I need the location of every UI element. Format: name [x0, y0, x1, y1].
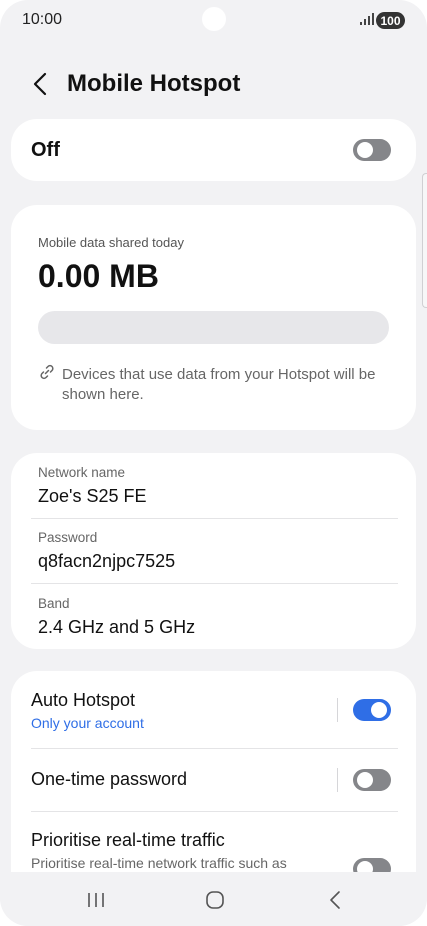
network-name-label: Network name — [38, 465, 126, 480]
app-header: Mobile Hotspot — [0, 62, 427, 106]
one-time-password-toggle[interactable] — [353, 769, 391, 791]
system-nav-bar — [0, 872, 427, 926]
vertical-separator — [337, 698, 338, 722]
hotspot-toggle[interactable] — [353, 139, 391, 161]
auto-hotspot-title: Auto Hotspot — [31, 690, 136, 710]
nav-back-icon — [330, 891, 340, 909]
password-value: q8facn2njpc7525 — [38, 551, 176, 571]
page-title: Mobile Hotspot — [67, 70, 241, 97]
prioritise-traffic-title: Prioritise real-time traffic — [31, 830, 225, 850]
back-arrow-icon — [33, 72, 47, 96]
one-time-password-title: One-time password — [31, 769, 188, 789]
options-card: Auto Hotspot Only your account One-time … — [11, 671, 416, 881]
toggle-knob — [371, 702, 387, 718]
data-usage-note: Devices that use data from your Hotspot … — [62, 366, 376, 403]
auto-hotspot-toggle[interactable] — [353, 699, 391, 721]
band-row[interactable]: Band 2.4 GHz and 5 GHz — [38, 596, 398, 638]
auto-hotspot-subtitle: Only your account — [31, 715, 144, 731]
hotspot-master-switch[interactable]: Off — [11, 119, 416, 181]
password-row[interactable]: Password q8facn2njpc7525 — [38, 530, 398, 572]
master-switch-label: Off — [31, 139, 60, 161]
toggle-knob — [357, 142, 373, 158]
data-usage-card: Mobile data shared today 0.00 MB Devices… — [11, 205, 416, 430]
divider — [31, 518, 398, 519]
status-time: 10:00 — [22, 11, 63, 28]
prioritise-traffic-subtitle: Prioritise real-time network traffic suc… — [31, 855, 287, 871]
status-bar: 10:00 100 — [0, 0, 427, 40]
nav-back-button[interactable] — [320, 888, 350, 912]
back-button[interactable] — [26, 70, 54, 98]
battery-indicator: 100 — [376, 12, 405, 29]
network-settings-card: Network name Zoe's S25 FE Password q8fac… — [11, 453, 416, 649]
band-value: 2.4 GHz and 5 GHz — [38, 617, 196, 637]
prioritise-traffic-row[interactable]: Prioritise real-time traffic Prioritise … — [11, 812, 416, 881]
divider — [31, 583, 398, 584]
network-name-value: Zoe's S25 FE — [38, 486, 147, 506]
network-name-row[interactable]: Network name Zoe's S25 FE — [38, 465, 398, 507]
home-button[interactable] — [200, 888, 230, 912]
signal-icon — [360, 13, 374, 25]
vertical-separator — [337, 768, 338, 792]
password-label: Password — [38, 530, 98, 545]
band-label: Band — [38, 596, 70, 611]
data-usage-value: 0.00 MB — [38, 258, 159, 294]
data-usage-label: Mobile data shared today — [38, 235, 184, 250]
front-camera — [202, 7, 226, 31]
data-usage-bar — [38, 311, 389, 344]
auto-hotspot-row[interactable]: Auto Hotspot Only your account — [11, 671, 416, 749]
scrollbar[interactable] — [422, 173, 427, 308]
recents-button[interactable] — [81, 888, 111, 912]
home-icon — [206, 891, 224, 909]
one-time-password-row[interactable]: One-time password — [11, 749, 416, 811]
recents-icon — [88, 893, 104, 907]
screen: 10:00 100 Mobile Hotspot Off Mobile data… — [0, 0, 427, 926]
toggle-knob — [357, 772, 373, 788]
link-icon — [40, 364, 54, 380]
